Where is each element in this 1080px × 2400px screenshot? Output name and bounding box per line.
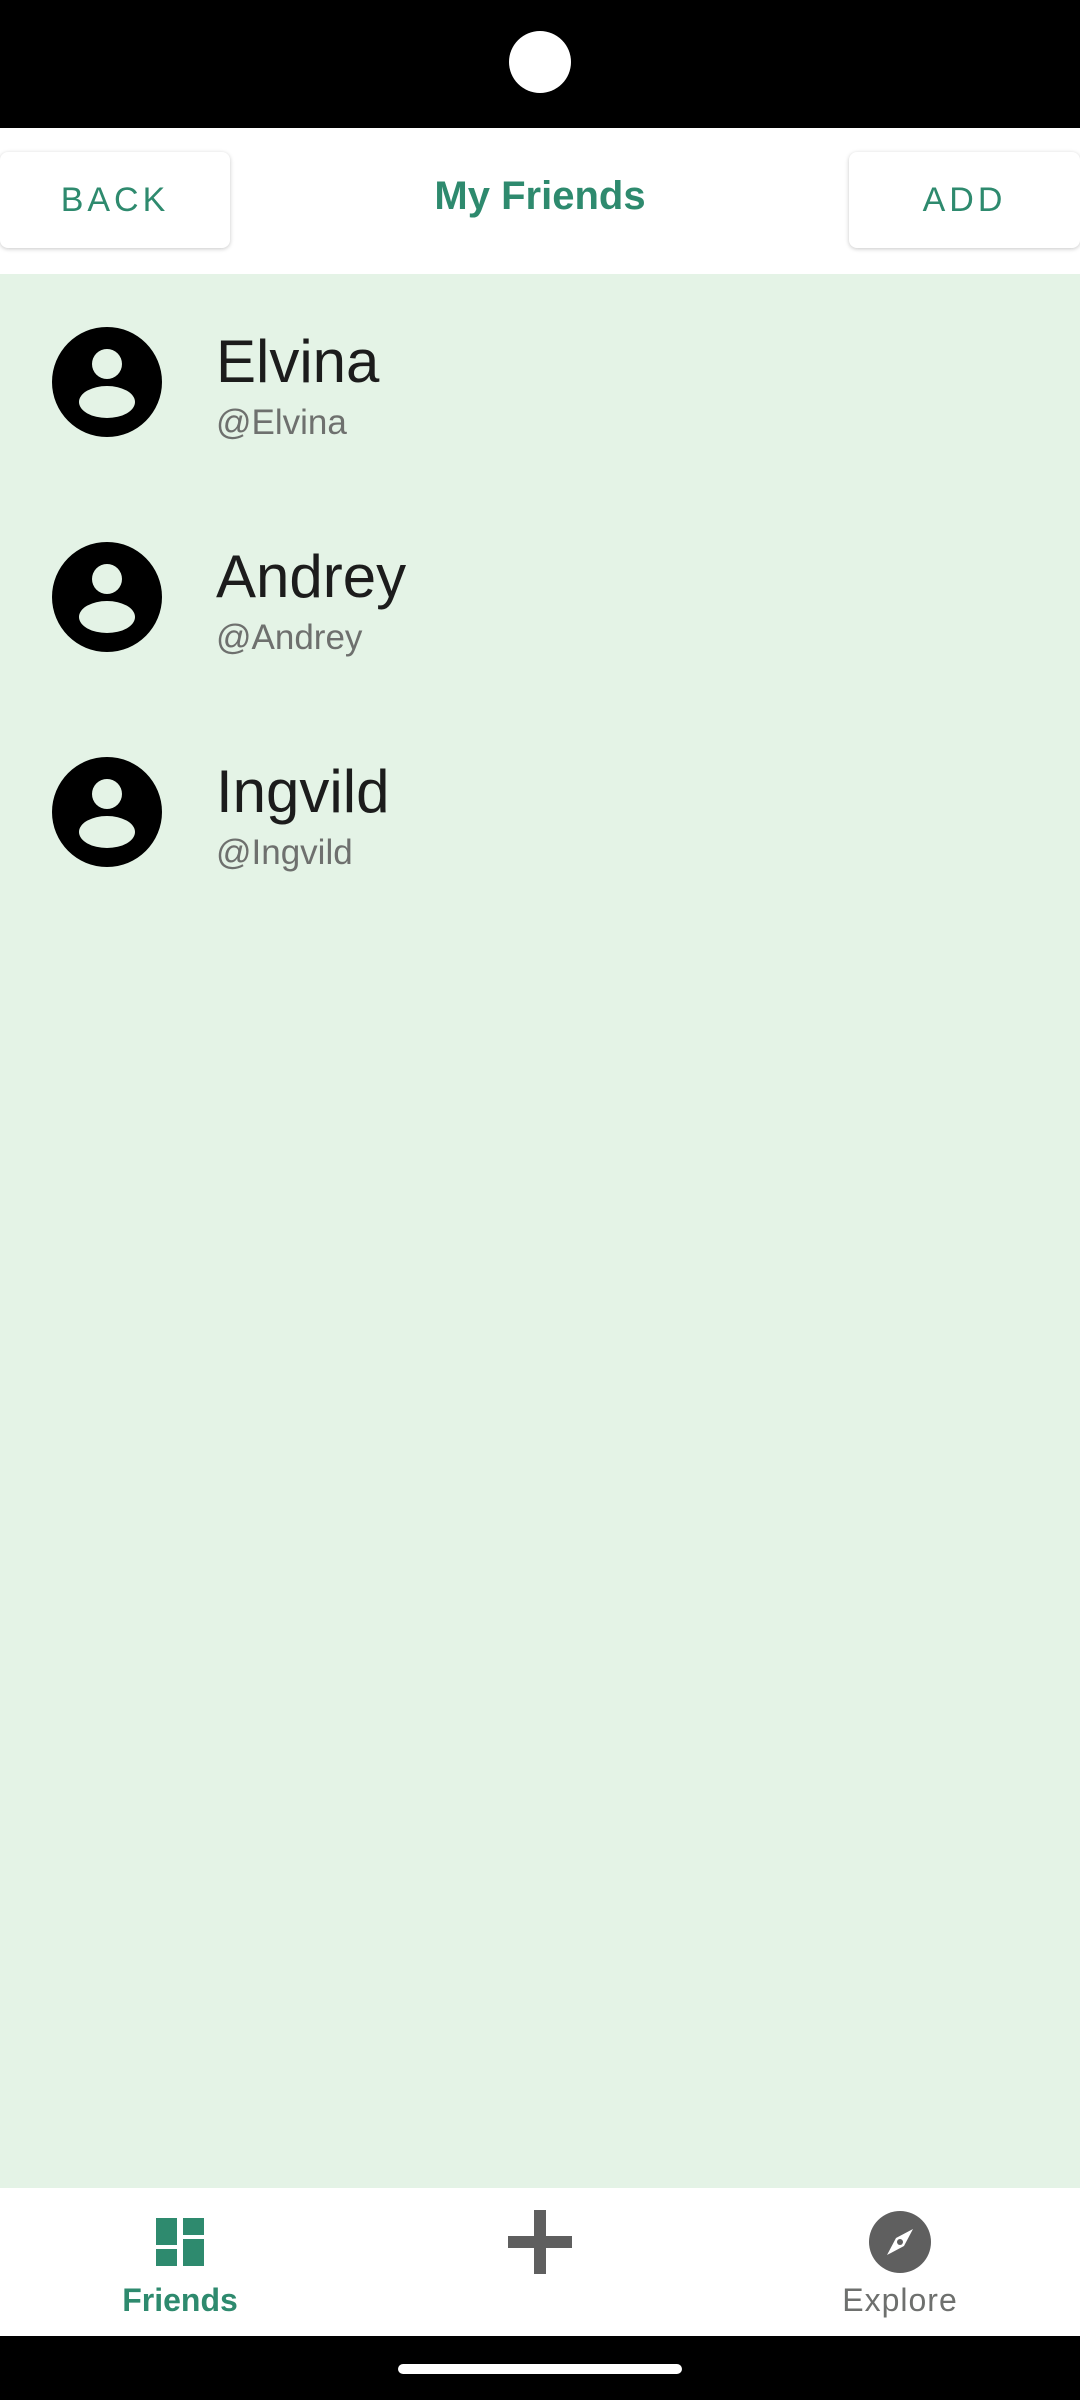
back-button[interactable]: BACK — [0, 152, 230, 248]
friend-handle: @Elvina — [216, 403, 347, 442]
nav-explore-label: Explore — [842, 2282, 958, 2318]
gesture-bar — [0, 2336, 1080, 2400]
dashboard-icon — [156, 2218, 204, 2266]
screen: BACK My Friends ADD Elvina @Elvina Andre… — [0, 0, 1080, 2400]
friend-handle: @Ingvild — [216, 833, 353, 872]
account-circle-icon — [52, 327, 162, 437]
list-item-friend[interactable]: Elvina @Elvina — [0, 327, 1080, 527]
account-circle-icon — [52, 542, 162, 652]
app-bar: BACK My Friends ADD — [0, 128, 1080, 274]
nav-explore[interactable]: Explore — [720, 2188, 1080, 2336]
friend-name: Ingvild — [216, 758, 390, 825]
camera-cutout — [509, 31, 571, 93]
status-bar — [0, 0, 1080, 128]
nav-friends-label: Friends — [122, 2282, 238, 2318]
list-item-friend[interactable]: Ingvild @Ingvild — [0, 757, 1080, 957]
friend-name: Elvina — [216, 328, 380, 395]
friends-list: Elvina @Elvina Andrey @Andrey Ingvild @I… — [0, 274, 1080, 2188]
account-circle-icon — [52, 757, 162, 867]
nav-friends[interactable]: Friends — [0, 2188, 360, 2336]
nav-add-button[interactable] — [360, 2188, 720, 2336]
list-item-friend[interactable]: Andrey @Andrey — [0, 542, 1080, 742]
bottom-navigation: Friends Explore — [0, 2188, 1080, 2336]
page-title: My Friends — [434, 174, 646, 218]
friend-handle: @Andrey — [216, 618, 363, 657]
add-friend-button[interactable]: ADD — [849, 152, 1080, 248]
friend-name: Andrey — [216, 543, 407, 610]
home-gesture-handle[interactable] — [398, 2364, 682, 2374]
plus-icon — [508, 2210, 572, 2274]
compass-icon — [869, 2211, 931, 2273]
